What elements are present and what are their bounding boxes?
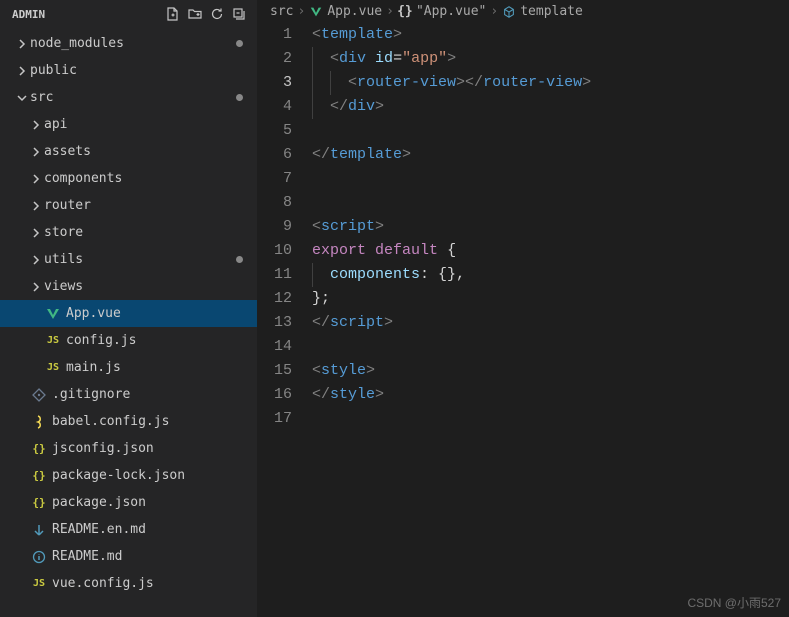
tree-item-label: public xyxy=(30,63,249,78)
collapse-all-icon[interactable] xyxy=(229,4,249,24)
info-icon xyxy=(30,548,48,566)
tree-folder[interactable]: public xyxy=(0,57,257,84)
refresh-icon[interactable] xyxy=(207,4,227,24)
tree-folder[interactable]: components xyxy=(0,165,257,192)
tree-folder[interactable]: views xyxy=(0,273,257,300)
tree-item-label: App.vue xyxy=(66,306,249,321)
tree-item-label: package.json xyxy=(52,495,249,510)
cube-icon xyxy=(502,5,516,19)
breadcrumb-symbol[interactable]: {} "App.vue" xyxy=(398,4,486,19)
chevron-right-icon xyxy=(28,117,44,133)
json-icon: {} xyxy=(30,440,48,458)
new-folder-icon[interactable] xyxy=(185,4,205,24)
babel-icon xyxy=(30,413,48,431)
line-gutter: 1234567891011121314151617 xyxy=(258,23,308,617)
braces-icon: {} xyxy=(398,5,412,19)
tree-item-label: utils xyxy=(44,252,236,267)
chevron-right-icon xyxy=(14,36,30,52)
tree-item-label: router xyxy=(44,198,249,213)
chevron-down-icon xyxy=(14,90,30,106)
code-content[interactable]: <template><div id="app"><router-view></r… xyxy=(308,23,789,617)
tree-folder[interactable]: assets xyxy=(0,138,257,165)
tree-item-label: jsconfig.json xyxy=(52,441,249,456)
tree-item-label: views xyxy=(44,279,249,294)
tree-item-label: main.js xyxy=(66,360,249,375)
tree-file[interactable]: README.en.md xyxy=(0,516,257,543)
tree-folder[interactable]: utils xyxy=(0,246,257,273)
tree-item-label: store xyxy=(44,225,249,240)
chevron-right-icon xyxy=(28,171,44,187)
tree-file[interactable]: {} package-lock.json xyxy=(0,462,257,489)
vue-icon xyxy=(44,305,62,323)
sidebar-header: ADMIN xyxy=(0,0,257,28)
chevron-right-icon xyxy=(28,225,44,241)
json-icon: {} xyxy=(30,494,48,512)
tree-item-label: package-lock.json xyxy=(52,468,249,483)
chevron-right-icon: › xyxy=(386,4,394,19)
tree-item-label: components xyxy=(44,171,249,186)
tree-item-label: babel.config.js xyxy=(52,414,249,429)
chevron-right-icon xyxy=(28,252,44,268)
code-editor[interactable]: 1234567891011121314151617 <template><div… xyxy=(258,23,789,617)
tree-file[interactable]: JS main.js xyxy=(0,354,257,381)
breadcrumb: src › App.vue › {} "App.vue" › template xyxy=(258,0,789,23)
js-icon: JS xyxy=(44,359,62,377)
chevron-right-icon: › xyxy=(490,4,498,19)
modified-dot-icon xyxy=(236,256,243,263)
breadcrumb-node[interactable]: template xyxy=(502,4,583,19)
file-explorer-sidebar: ADMIN node_modulespublic src api assets comp… xyxy=(0,0,258,617)
tree-item-label: README.md xyxy=(52,549,249,564)
chevron-right-icon xyxy=(28,198,44,214)
tree-folder[interactable]: src xyxy=(0,84,257,111)
chevron-right-icon xyxy=(28,279,44,295)
js-icon: JS xyxy=(44,332,62,350)
vue-icon xyxy=(309,5,323,19)
modified-dot-icon xyxy=(236,94,243,101)
chevron-right-icon xyxy=(14,63,30,79)
tree-file[interactable]: App.vue xyxy=(0,300,257,327)
new-file-icon[interactable] xyxy=(163,4,183,24)
modified-dot-icon xyxy=(236,40,243,47)
md-icon xyxy=(30,521,48,539)
tree-item-label: api xyxy=(44,117,249,132)
chevron-right-icon: › xyxy=(297,4,305,19)
tree-folder[interactable]: api xyxy=(0,111,257,138)
tree-file[interactable]: README.md xyxy=(0,543,257,570)
tree-file[interactable]: .gitignore xyxy=(0,381,257,408)
git-icon xyxy=(30,386,48,404)
tree-item-label: src xyxy=(30,90,236,105)
tree-folder[interactable]: node_modules xyxy=(0,30,257,57)
tree-folder[interactable]: router xyxy=(0,192,257,219)
sidebar-title: ADMIN xyxy=(12,8,163,21)
file-tree: node_modulespublic src api assets components… xyxy=(0,28,257,617)
tree-file[interactable]: {} package.json xyxy=(0,489,257,516)
tree-file[interactable]: {} jsconfig.json xyxy=(0,435,257,462)
js-icon: JS xyxy=(30,575,48,593)
tree-item-label: vue.config.js xyxy=(52,576,249,591)
tree-item-label: node_modules xyxy=(30,36,236,51)
tree-file[interactable]: JS vue.config.js xyxy=(0,570,257,597)
json-icon: {} xyxy=(30,467,48,485)
tree-item-label: README.en.md xyxy=(52,522,249,537)
breadcrumb-file[interactable]: App.vue xyxy=(309,4,382,19)
sidebar-actions xyxy=(163,4,249,24)
tree-item-label: assets xyxy=(44,144,249,159)
chevron-right-icon xyxy=(28,144,44,160)
tree-item-label: config.js xyxy=(66,333,249,348)
tree-item-label: .gitignore xyxy=(52,387,249,402)
watermark-text: CSDN @小雨527 xyxy=(687,594,781,611)
editor-pane: src › App.vue › {} "App.vue" › template … xyxy=(258,0,789,617)
tree-file[interactable]: babel.config.js xyxy=(0,408,257,435)
tree-folder[interactable]: store xyxy=(0,219,257,246)
breadcrumb-folder[interactable]: src xyxy=(270,4,293,19)
tree-file[interactable]: JS config.js xyxy=(0,327,257,354)
